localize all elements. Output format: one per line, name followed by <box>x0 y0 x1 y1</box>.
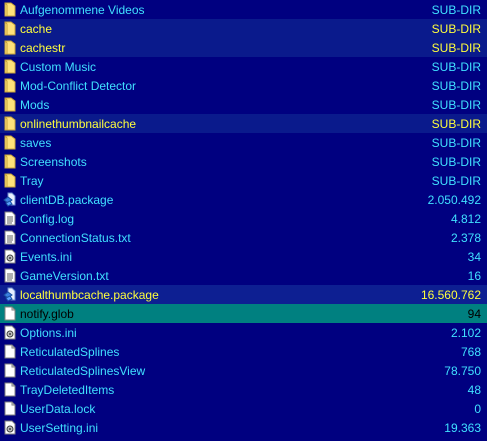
file-name: notify.glob <box>20 306 74 321</box>
file-row-selected[interactable]: cachestr SUB-DIR <box>0 38 487 57</box>
file-size: 2.102 <box>450 325 481 340</box>
folder-icon <box>3 154 17 170</box>
file-row[interactable]: GameVersion.txt 16 <box>0 266 487 285</box>
folder-icon <box>3 173 17 189</box>
blank-file-icon <box>3 344 17 360</box>
document-icon <box>3 211 17 227</box>
file-row-selected[interactable]: cache SUB-DIR <box>0 19 487 38</box>
file-row[interactable]: Aufgenommene Videos SUB-DIR <box>0 0 487 19</box>
file-row[interactable]: UserSetting.ini 19.363 <box>0 418 487 437</box>
document-icon <box>3 230 17 246</box>
folder-icon <box>3 116 17 132</box>
file-name: Options.ini <box>20 325 77 340</box>
file-size: 2.378 <box>450 230 481 245</box>
blank-file-icon <box>3 306 17 322</box>
folder-icon <box>3 59 17 75</box>
file-name: ConnectionStatus.txt <box>20 230 131 245</box>
file-name: ReticulatedSplines <box>20 344 120 359</box>
file-size: SUB-DIR <box>431 135 481 150</box>
file-size: 0 <box>474 401 481 416</box>
package-icon <box>3 192 17 208</box>
file-size: 16.560.762 <box>420 287 481 302</box>
blank-file-icon <box>3 401 17 417</box>
file-name: Events.ini <box>20 249 73 264</box>
file-row-cursor[interactable]: notify.glob 94 <box>0 304 487 323</box>
folder-icon <box>3 40 17 56</box>
file-row[interactable]: TrayDeletedItems 48 <box>0 380 487 399</box>
blank-file-icon <box>3 363 17 379</box>
file-row[interactable]: ConnectionStatus.txt 2.378 <box>0 228 487 247</box>
file-row[interactable]: Mods SUB-DIR <box>0 95 487 114</box>
file-size: SUB-DIR <box>431 97 481 112</box>
file-row[interactable]: Events.ini 34 <box>0 247 487 266</box>
blank-file-icon <box>3 382 17 398</box>
file-size: SUB-DIR <box>431 21 481 36</box>
file-name: saves <box>20 135 52 150</box>
file-row[interactable]: Tray SUB-DIR <box>0 171 487 190</box>
settings-file-icon <box>3 325 17 341</box>
file-name: clientDB.package <box>20 192 114 207</box>
file-row[interactable]: ReticulatedSplines 768 <box>0 342 487 361</box>
file-size: 19.363 <box>444 420 481 435</box>
file-name: TrayDeletedItems <box>20 382 115 397</box>
file-name: UserData.lock <box>20 401 96 416</box>
file-name: GameVersion.txt <box>20 268 109 283</box>
file-size: SUB-DIR <box>431 59 481 74</box>
settings-file-icon <box>3 249 17 265</box>
folder-icon <box>3 97 17 113</box>
file-name: Aufgenommene Videos <box>20 2 145 17</box>
file-name: cachestr <box>20 40 66 55</box>
settings-file-icon <box>3 420 17 436</box>
file-name: Config.log <box>20 211 75 226</box>
file-name: Screenshots <box>20 154 87 169</box>
file-name: Mods <box>20 97 50 112</box>
document-icon <box>3 268 17 284</box>
file-name: cache <box>20 21 53 36</box>
file-size: SUB-DIR <box>431 2 481 17</box>
folder-icon <box>3 78 17 94</box>
file-size: SUB-DIR <box>431 173 481 188</box>
file-row[interactable]: UserData.lock 0 <box>0 399 487 418</box>
file-size: SUB-DIR <box>431 78 481 93</box>
file-name: Custom Music <box>20 59 97 74</box>
file-name: UserSetting.ini <box>20 420 99 435</box>
file-size: 16 <box>467 268 481 283</box>
file-row[interactable]: Mod-Conflict Detector SUB-DIR <box>0 76 487 95</box>
file-name: ReticulatedSplinesView <box>20 363 146 378</box>
file-row[interactable]: Custom Music SUB-DIR <box>0 57 487 76</box>
file-name: Tray <box>20 173 44 188</box>
file-row[interactable]: ReticulatedSplinesView 78.750 <box>0 361 487 380</box>
file-size: SUB-DIR <box>431 40 481 55</box>
file-size: 34 <box>467 249 481 264</box>
folder-icon <box>3 2 17 18</box>
file-size: SUB-DIR <box>431 116 481 131</box>
file-name: onlinethumbnailcache <box>20 116 137 131</box>
file-row[interactable]: Screenshots SUB-DIR <box>0 152 487 171</box>
file-size: SUB-DIR <box>431 154 481 169</box>
file-name: localthumbcache.package <box>20 287 159 302</box>
file-size: 768 <box>460 344 481 359</box>
file-list-panel: Aufgenommene Videos SUB-DIR cache SUB-DIR ca… <box>0 0 487 441</box>
file-row[interactable]: saves SUB-DIR <box>0 133 487 152</box>
file-row[interactable]: Options.ini 2.102 <box>0 323 487 342</box>
folder-icon <box>3 135 17 151</box>
file-size: 94 <box>467 306 481 321</box>
package-icon <box>3 287 17 303</box>
file-size: 4.812 <box>450 211 481 226</box>
file-row-selected[interactable]: localthumbcache.package 16.560.762 <box>0 285 487 304</box>
file-size: 2.050.492 <box>427 192 481 207</box>
file-size: 48 <box>467 382 481 397</box>
folder-icon <box>3 21 17 37</box>
file-size: 78.750 <box>444 363 481 378</box>
file-row[interactable]: clientDB.package 2.050.492 <box>0 190 487 209</box>
file-row[interactable]: Config.log 4.812 <box>0 209 487 228</box>
file-row-selected[interactable]: onlinethumbnailcache SUB-DIR <box>0 114 487 133</box>
file-name: Mod-Conflict Detector <box>20 78 137 93</box>
